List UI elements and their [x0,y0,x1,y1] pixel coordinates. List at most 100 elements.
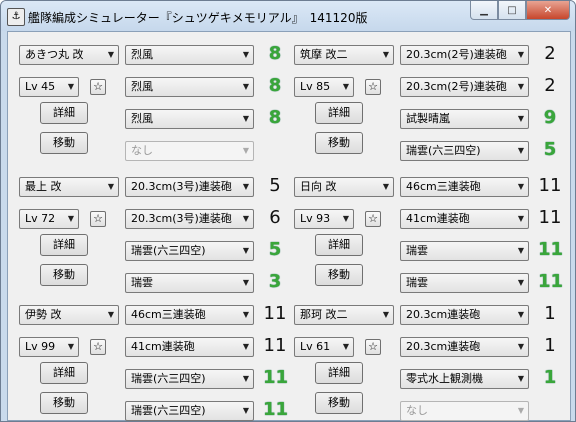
ship-name-select[interactable]: 那珂 改二 ▼ [294,305,394,325]
ship-name-select[interactable]: 最上 改 ▼ [19,177,119,197]
equipment-select-4[interactable]: 瑞雲 ▼ [400,273,529,293]
equipment-select-1-value: 20.3cm(3号)連装砲 [131,180,232,193]
equipment-select-1[interactable]: 20.3cm(2号)連装砲 ▼ [400,45,529,65]
favorite-toggle[interactable]: ☆ [365,211,381,227]
equipment-select-3[interactable]: 烈風 ▼ [125,109,254,129]
chevron-down-icon: ▼ [342,342,349,351]
chevron-down-icon: ▼ [517,406,524,415]
minimize-button[interactable]: ▁ [470,1,498,20]
chevron-down-icon: ▼ [517,214,524,223]
equipment-select-1[interactable]: 46cm三連装砲 ▼ [125,305,254,325]
equipment-select-3[interactable]: 試製晴嵐 ▼ [400,109,529,129]
favorite-toggle[interactable]: ☆ [365,339,381,355]
equipment-select-4[interactable]: 瑞雲(六三四空) ▼ [400,141,529,161]
level-select[interactable]: Lv 61 ▼ [294,337,354,357]
level-select[interactable]: Lv 99 ▼ [19,337,79,357]
equipment-select-1[interactable]: 20.3cm連装砲 ▼ [400,305,529,325]
ship-name-select[interactable]: 伊勢 改 ▼ [19,305,119,325]
equipment-select-4[interactable]: 瑞雲(六三四空) ▼ [125,401,254,421]
move-button[interactable]: 移動 [40,264,88,286]
equipment-select-2[interactable]: 41cm連装砲 ▼ [125,337,254,357]
ship-name-select[interactable]: 日向 改 ▼ [294,177,394,197]
chevron-down-icon: ▼ [107,182,114,191]
ship-name-select[interactable]: あきつ丸 改 ▼ [19,45,119,65]
chevron-down-icon: ▼ [242,182,249,191]
equipment-select-2[interactable]: 20.3cm(3号)連装砲 ▼ [125,209,254,229]
move-button[interactable]: 移動 [40,132,88,154]
chevron-down-icon: ▼ [517,50,524,59]
favorite-toggle[interactable]: ☆ [365,79,381,95]
maximize-icon: □ [507,4,517,16]
favorite-toggle[interactable]: ☆ [90,339,106,355]
level-select[interactable]: Lv 72 ▼ [19,209,79,229]
detail-button[interactable]: 詳細 [315,102,363,124]
detail-button[interactable]: 詳細 [40,362,88,384]
move-button[interactable]: 移動 [40,392,88,414]
level-select[interactable]: Lv 45 ▼ [19,77,79,97]
ship-name-select-value: 伊勢 改 [25,308,62,321]
chevron-down-icon: ▼ [517,114,524,123]
equipment-select-2[interactable]: 20.3cm(2号)連装砲 ▼ [400,77,529,97]
equipment-value-1: 8 [268,43,282,64]
equipment-select-2[interactable]: 20.3cm連装砲 ▼ [400,337,529,357]
chevron-down-icon: ▼ [67,214,74,223]
equipment-select-3-value: 瑞雲(六三四空) [131,372,206,385]
chevron-down-icon: ▼ [242,214,249,223]
level-select-value: Lv 85 [300,80,331,93]
move-button[interactable]: 移動 [315,132,363,154]
close-button[interactable]: ✕ [526,1,570,20]
level-select[interactable]: Lv 85 ▼ [294,77,354,97]
equipment-select-3[interactable]: 零式水上観測機 ▼ [400,369,529,389]
equipment-value-2: 11 [263,335,287,356]
equipment-value-3: 1 [543,367,557,388]
equipment-select-2[interactable]: 41cm連装砲 ▼ [400,209,529,229]
detail-button[interactable]: 詳細 [40,234,88,256]
favorite-toggle[interactable]: ☆ [90,79,106,95]
equipment-value-2: 1 [544,335,556,356]
chevron-down-icon: ▼ [107,50,114,59]
equipment-select-1-value: 20.3cm(2号)連装砲 [406,48,507,61]
move-button[interactable]: 移動 [315,264,363,286]
ship-slot-5: 伊勢 改 ▼ Lv 99 ▼ ☆ 詳細 移動 46cm三連装砲 ▼ 11 41cm連装砲 ▼ 11 瑞雲(… [19,302,295,421]
equipment-select-4-value: 瑞雲(六三四空) [406,144,481,157]
window-controls: ▁ □ ✕ [470,1,570,21]
ship-name-select[interactable]: 筑摩 改二 ▼ [294,45,394,65]
app-icon[interactable]: ⚓ [7,8,25,26]
chevron-down-icon: ▼ [242,82,249,91]
favorite-toggle[interactable]: ☆ [90,211,106,227]
equipment-value-1: 5 [269,175,281,196]
move-button[interactable]: 移動 [315,392,363,414]
detail-button[interactable]: 詳細 [40,102,88,124]
level-select-value: Lv 72 [25,212,56,225]
ship-name-select-value: 那珂 改二 [300,308,348,321]
detail-button[interactable]: 詳細 [315,362,363,384]
equipment-select-1-value: 46cm三連装砲 [406,180,481,193]
equipment-value-1: 11 [263,303,287,324]
chevron-down-icon: ▼ [517,278,524,287]
chevron-down-icon: ▼ [242,114,249,123]
level-select-value: Lv 99 [25,340,56,353]
equipment-select-3[interactable]: 瑞雲(六三四空) ▼ [125,369,254,389]
equipment-select-3[interactable]: 瑞雲(六三四空) ▼ [125,241,254,261]
equipment-select-3[interactable]: 瑞雲 ▼ [400,241,529,261]
window-title: 艦隊編成シミュレーター『シュツゲキメモリアル』 141120版 [28,11,368,25]
equipment-select-3-value: 零式水上観測機 [406,372,483,385]
ship-slot-3: 最上 改 ▼ Lv 72 ▼ ☆ 詳細 移動 20.3cm(3号)連装砲 ▼ 5 20.3cm(3号… [19,174,295,294]
equipment-select-2[interactable]: 烈風 ▼ [125,77,254,97]
equipment-select-4-value: なし [131,144,153,157]
level-select[interactable]: Lv 93 ▼ [294,209,354,229]
equipment-select-4-value: 瑞雲 [131,276,153,289]
equipment-select-1-value: 烈風 [131,48,153,61]
chevron-down-icon: ▼ [242,310,249,319]
minimize-icon: ▁ [480,4,488,16]
equipment-value-1: 11 [538,175,562,196]
equipment-select-1[interactable]: 20.3cm(3号)連装砲 ▼ [125,177,254,197]
title-bar[interactable]: ⚓ 艦隊編成シミュレーター『シュツゲキメモリアル』 141120版 ▁ □ ✕ [1,1,575,31]
equipment-select-1[interactable]: 烈風 ▼ [125,45,254,65]
equipment-select-1[interactable]: 46cm三連装砲 ▼ [400,177,529,197]
equipment-select-4[interactable]: 瑞雲 ▼ [125,273,254,293]
maximize-button[interactable]: □ [498,1,526,20]
equipment-select-4: なし ▼ [125,141,254,161]
detail-button[interactable]: 詳細 [315,234,363,256]
equipment-select-2-value: 41cm連装砲 [406,212,470,225]
